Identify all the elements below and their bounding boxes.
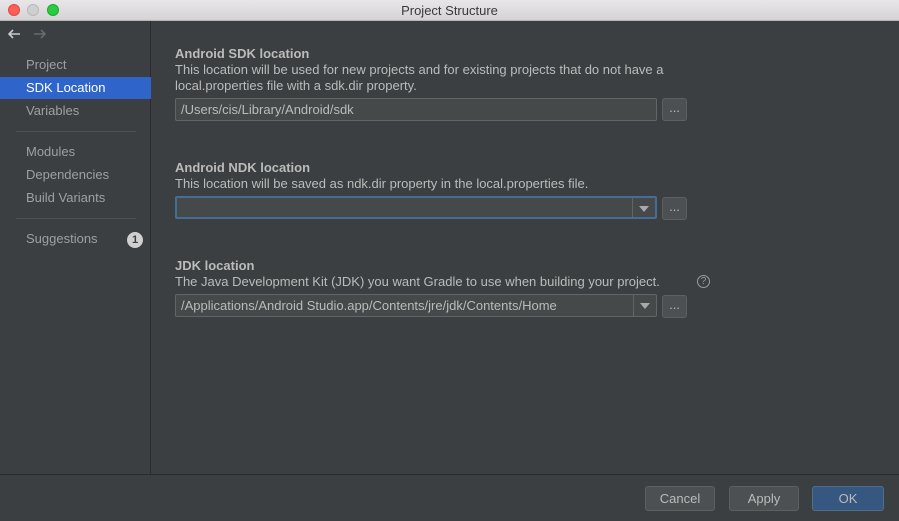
sidebar-item-label: SDK Location [26,80,106,95]
sidebar-item-project[interactable]: Project [0,54,151,76]
sidebar-separator [16,218,136,219]
dialog-footer: Cancel Apply OK [0,474,899,521]
cancel-button[interactable]: Cancel [645,486,715,511]
ndk-path-combobox[interactable] [175,196,657,219]
project-structure-window: Project Structure Project SDK Location V… [0,0,899,521]
jdk-section-description: The Java Development Kit (JDK) you want … [175,274,705,290]
sdk-location-panel: Android SDK location This location will … [151,21,899,474]
sidebar-item-label: Suggestions [26,231,98,246]
sidebar: Project SDK Location Variables Modules D… [0,21,151,474]
jdk-description-text: The Java Development Kit (JDK) you want … [175,274,660,289]
forward-arrow-icon[interactable] [32,26,48,42]
chevron-down-icon [640,303,650,309]
sidebar-item-label: Build Variants [26,190,106,205]
ndk-section-description: This location will be saved as ndk.dir p… [175,176,589,191]
sdk-browse-button[interactable]: ... [662,98,687,121]
sdk-path-value: /Users/cis/Library/Android/sdk [181,102,354,117]
sidebar-separator [16,131,136,132]
jdk-path-combobox[interactable]: /Applications/Android Studio.app/Content… [175,294,657,317]
title-bar: Project Structure [0,0,899,21]
sidebar-item-sdk-location[interactable]: SDK Location [0,77,151,99]
sidebar-item-suggestions[interactable]: Suggestions 1 [0,228,151,250]
sidebar-item-variables[interactable]: Variables [0,100,151,122]
ndk-dropdown-button[interactable] [632,198,655,217]
jdk-path-value: /Applications/Android Studio.app/Content… [181,298,557,313]
jdk-dropdown-button[interactable] [633,295,656,316]
sdk-path-field[interactable]: /Users/cis/Library/Android/sdk [175,98,657,121]
suggestions-count-badge: 1 [127,232,143,248]
sdk-section-description: This location will be used for new proje… [175,62,664,93]
sidebar-item-label: Modules [26,144,76,159]
jdk-browse-button[interactable]: ... [662,295,687,318]
sidebar-item-dependencies[interactable]: Dependencies [0,164,151,186]
back-arrow-icon[interactable] [6,26,22,42]
jdk-section-title: JDK location [175,258,255,273]
sdk-section-title: Android SDK location [175,46,310,61]
chevron-down-icon [639,206,649,212]
apply-button[interactable]: Apply [729,486,799,511]
ok-button[interactable]: OK [812,486,884,511]
ndk-browse-button[interactable]: ... [662,197,687,220]
sidebar-item-modules[interactable]: Modules [0,141,151,163]
ndk-section-title: Android NDK location [175,160,311,175]
sidebar-item-label: Variables [26,103,80,118]
sidebar-item-label: Project [26,57,67,72]
sidebar-item-build-variants[interactable]: Build Variants [0,187,151,209]
window-title: Project Structure [401,3,498,18]
sidebar-item-label: Dependencies [26,167,110,182]
help-icon[interactable]: ? [697,275,710,288]
